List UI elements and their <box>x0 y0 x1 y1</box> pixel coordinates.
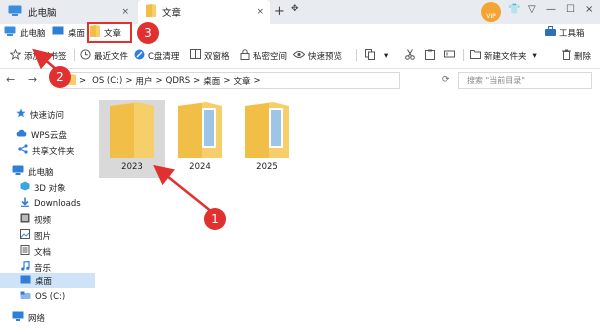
annotation-badge-1: 1 <box>204 208 226 230</box>
annotation-badge-3: 3 <box>137 22 159 44</box>
annotation-badge-2: 2 <box>49 66 71 88</box>
arrow-to-folder <box>153 164 213 213</box>
annotation-arrows <box>32 48 213 213</box>
